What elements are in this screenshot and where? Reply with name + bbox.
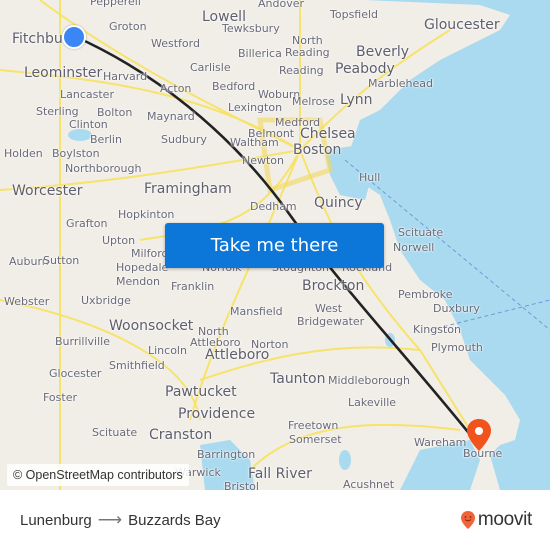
- origin-name: Lunenburg: [20, 511, 92, 529]
- place-label: Wareham: [414, 436, 467, 449]
- map[interactable]: Pepperell Lowell Andover Topsfield Glouceste…: [0, 0, 550, 490]
- place-label: Mendon: [116, 275, 160, 288]
- place-label: Lincoln: [148, 344, 187, 357]
- place-label: Kingston: [413, 323, 461, 336]
- place-label: Gloucester: [424, 17, 500, 33]
- place-label: Reading: [285, 46, 330, 59]
- place-label: Fall River: [248, 466, 312, 482]
- route-summary: Lunenburg ⟶ Buzzards Bay: [20, 510, 221, 530]
- place-label: Smithfield: [109, 359, 165, 372]
- place-label: Peabody: [335, 61, 395, 77]
- place-label: Beverly: [356, 44, 410, 60]
- place-label: Waltham: [230, 136, 279, 149]
- place-label: Scituate: [398, 226, 444, 239]
- arrow-right-icon: ⟶: [97, 510, 123, 529]
- place-label: Berlin: [90, 133, 122, 146]
- place-label: Boston: [293, 142, 342, 158]
- place-label: Bridgewater: [297, 315, 365, 328]
- place-label: Hull: [359, 171, 381, 184]
- place-label: Bolton: [97, 106, 133, 119]
- place-label: Topsfield: [330, 8, 379, 21]
- place-label: Chelsea: [300, 126, 356, 142]
- place-label: Webster: [4, 295, 50, 308]
- place-label: Lakeville: [348, 396, 397, 409]
- place-label: Foster: [43, 391, 77, 404]
- place-label: Brockton: [302, 278, 365, 294]
- place-label: Glocester: [49, 367, 102, 380]
- place-label: Duxbury: [433, 302, 480, 315]
- place-label: Hopkinton: [118, 208, 175, 221]
- place-label: Franklin: [171, 280, 215, 293]
- place-label: Leominster: [24, 65, 103, 81]
- origin-marker[interactable]: [62, 25, 86, 49]
- place-label: Lynn: [340, 92, 373, 108]
- map-attribution[interactable]: © OpenStreetMap contributors: [7, 464, 189, 486]
- place-label: Somerset: [289, 433, 342, 446]
- place-label: Middleborough: [328, 374, 410, 387]
- place-label: North: [292, 34, 323, 47]
- place-label: Plymouth: [431, 341, 483, 354]
- destination-marker[interactable]: [466, 418, 492, 452]
- place-label: Freetown: [288, 419, 339, 432]
- place-label: West: [315, 302, 343, 315]
- place-label: Quincy: [314, 195, 363, 211]
- place-label: Scituate: [92, 426, 138, 439]
- place-label: Billerica: [238, 47, 282, 60]
- place-label: Carlisle: [190, 61, 231, 74]
- place-label: Taunton: [270, 371, 326, 387]
- place-label: Woonsocket: [109, 318, 194, 334]
- place-label: Grafton: [66, 217, 108, 230]
- place-label: Clinton: [69, 118, 108, 131]
- moovit-logo[interactable]: moovit: [460, 509, 532, 531]
- place-label: Reading: [279, 64, 324, 77]
- place-label: Hopedale: [116, 261, 169, 274]
- place-label: Dedham: [250, 200, 297, 213]
- place-label: Norwell: [393, 241, 435, 254]
- place-label: Pawtucket: [165, 384, 237, 400]
- place-label: Bristol: [224, 480, 259, 490]
- footer: Lunenburg ⟶ Buzzards Bay moovit: [0, 490, 550, 550]
- place-label: Mansfield: [230, 305, 283, 318]
- destination-name: Buzzards Bay: [128, 511, 221, 529]
- place-label: Framingham: [144, 181, 232, 197]
- place-label: Melrose: [292, 95, 335, 108]
- place-label: Sudbury: [161, 133, 207, 146]
- place-label: Sterling: [36, 105, 79, 118]
- place-label: Andover: [258, 0, 305, 10]
- lake: [339, 450, 351, 470]
- place-label: Sutton: [43, 254, 80, 267]
- place-label: Westford: [151, 37, 200, 50]
- place-label: Worcester: [12, 183, 83, 199]
- place-label: Lancaster: [60, 88, 114, 101]
- place-label: Tewksbury: [222, 22, 280, 35]
- take-me-there-button[interactable]: Take me there: [165, 223, 384, 268]
- place-label: Upton: [102, 234, 136, 247]
- place-label: Lexington: [228, 101, 283, 114]
- place-label: Pembroke: [398, 288, 453, 301]
- place-label: Marblehead: [368, 77, 434, 90]
- moovit-pin-icon: [460, 511, 475, 529]
- place-label: Cranston: [149, 427, 213, 443]
- place-label: Acushnet: [343, 478, 395, 490]
- place-label: Attleboro: [205, 347, 270, 363]
- place-label: Maynard: [147, 110, 195, 123]
- place-label: Northborough: [65, 162, 142, 175]
- place-label: Burrillville: [55, 335, 110, 348]
- place-label: Holden: [4, 147, 43, 160]
- place-label: Newton: [242, 154, 285, 167]
- place-label: Barrington: [197, 448, 256, 461]
- place-label: Acton: [160, 82, 192, 95]
- place-label: Bedford: [212, 80, 256, 93]
- place-label: Harvard: [103, 70, 148, 83]
- moovit-wordmark: moovit: [477, 509, 532, 530]
- place-label: Uxbridge: [81, 294, 131, 307]
- place-label: Milford: [131, 247, 169, 260]
- place-label: Boylston: [52, 147, 100, 160]
- place-label: Providence: [178, 406, 256, 422]
- place-label: Groton: [109, 20, 147, 33]
- place-label: Pepperell: [90, 0, 141, 8]
